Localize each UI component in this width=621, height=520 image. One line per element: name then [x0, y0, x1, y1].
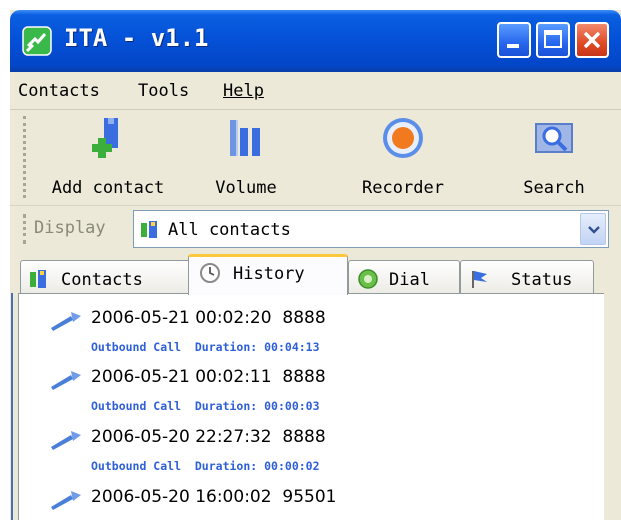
toolbar: Add contact Volume Recorder Search — [10, 110, 621, 206]
contacts-group-icon — [141, 221, 157, 238]
volume-label: Volume — [215, 178, 277, 198]
close-icon — [583, 31, 601, 49]
tab-strip: Contacts History Dial Status — [10, 252, 621, 295]
maximize-button[interactable] — [536, 22, 570, 58]
tab-history[interactable]: History — [188, 254, 348, 295]
list-item[interactable]: 2006-05-21 00:02:20 8888 Outbound Call D… — [19, 304, 605, 364]
tab-status[interactable]: Status — [460, 260, 594, 294]
history-duration: 00:04:13 — [264, 340, 320, 354]
history-datetime: 2006-05-20 22:27:32 — [91, 427, 272, 447]
menu-contacts[interactable]: Contacts — [18, 81, 100, 101]
display-value: All contacts — [168, 220, 291, 240]
history-datetime: 2006-05-21 00:02:11 — [91, 367, 272, 387]
chevron-down-icon — [588, 226, 600, 234]
search-button[interactable]: Search — [504, 114, 604, 204]
history-entry-detail: Outbound Call Duration: 00:04:13 — [91, 340, 320, 354]
close-button[interactable] — [575, 22, 609, 58]
tab-dial-label: Dial — [389, 270, 430, 290]
maximize-icon — [544, 30, 562, 48]
history-duration: 00:00:03 — [264, 399, 320, 413]
clock-icon — [200, 263, 220, 283]
add-contact-icon — [92, 118, 118, 158]
history-datetime: 2006-05-20 16:00:02 — [91, 487, 272, 507]
menu-bar: Contacts Tools Help — [10, 72, 621, 110]
flag-icon — [472, 271, 487, 288]
add-contact-button[interactable]: Add contact — [38, 114, 178, 204]
tab-dial[interactable]: Dial — [348, 260, 460, 294]
display-bar: Display All contacts — [10, 206, 621, 252]
outbound-call-icon — [51, 371, 81, 390]
history-number: 95501 — [282, 487, 337, 507]
history-duration-label: Duration: — [194, 399, 258, 413]
tab-contacts-label: Contacts — [61, 270, 143, 290]
recorder-button[interactable]: Recorder — [348, 114, 458, 204]
window-title: ITA - v1.1 — [64, 24, 209, 52]
history-number: 8888 — [282, 308, 326, 328]
dial-icon — [358, 269, 378, 289]
tab-status-label: Status — [511, 270, 573, 290]
add-contact-label: Add contact — [51, 178, 165, 198]
history-entry-detail: Outbound Call Duration: 00:00:03 — [91, 399, 320, 413]
app-icon — [22, 26, 52, 56]
display-dropdown-button[interactable] — [580, 213, 606, 245]
volume-button[interactable]: Volume — [196, 114, 296, 204]
menu-help-label: Help — [223, 81, 264, 101]
history-datetime: 2006-05-21 00:02:20 — [91, 308, 272, 328]
history-entry-main: 2006-05-20 22:27:32 8888 — [91, 427, 326, 447]
minimize-button[interactable] — [497, 22, 531, 58]
display-select[interactable]: All contacts — [133, 210, 609, 248]
history-entry-main: 2006-05-21 00:02:20 8888 — [91, 308, 326, 328]
panel-left-border — [11, 293, 13, 520]
recorder-icon — [383, 118, 423, 158]
display-grip[interactable] — [23, 214, 27, 244]
volume-icon — [230, 120, 260, 156]
menu-help[interactable]: Help — [223, 81, 264, 101]
minimize-icon — [507, 44, 519, 48]
app-window: ITA - v1.1 Contacts Tools Help Add conta… — [10, 10, 621, 520]
display-label: Display — [34, 218, 106, 238]
tab-contacts[interactable]: Contacts — [20, 260, 190, 294]
history-entry-detail: Outbound Call Duration: 00:00:02 — [91, 459, 320, 473]
history-number: 8888 — [282, 367, 326, 387]
list-item[interactable]: 2006-05-20 16:00:02 95501 — [19, 483, 605, 520]
history-duration: 00:00:02 — [264, 459, 320, 473]
tab-history-label: History — [233, 264, 305, 284]
search-icon — [535, 123, 573, 153]
history-duration-label: Duration: — [194, 459, 258, 473]
history-type: Outbound Call — [91, 340, 182, 354]
history-entry-main: 2006-05-20 16:00:02 95501 — [91, 487, 336, 507]
history-type: Outbound Call — [91, 399, 182, 413]
search-label: Search — [523, 178, 585, 198]
recorder-label: Recorder — [362, 178, 444, 198]
history-list: 2006-05-21 00:02:20 8888 Outbound Call D… — [18, 293, 604, 520]
list-item[interactable]: 2006-05-20 22:27:32 8888 Outbound Call D… — [19, 423, 605, 483]
list-item[interactable]: 2006-05-21 00:02:11 8888 Outbound Call D… — [19, 363, 605, 423]
outbound-call-icon — [51, 312, 81, 331]
history-duration-label: Duration: — [194, 340, 258, 354]
history-entry-main: 2006-05-21 00:02:11 8888 — [91, 367, 326, 387]
history-type: Outbound Call — [91, 459, 182, 473]
menu-tools[interactable]: Tools — [138, 81, 189, 101]
outbound-call-icon — [51, 491, 81, 510]
title-bar[interactable]: ITA - v1.1 — [10, 10, 621, 72]
outbound-call-icon — [51, 431, 81, 450]
toolbar-grip[interactable] — [23, 116, 27, 198]
contacts-icon — [30, 270, 46, 288]
history-number: 8888 — [282, 427, 326, 447]
